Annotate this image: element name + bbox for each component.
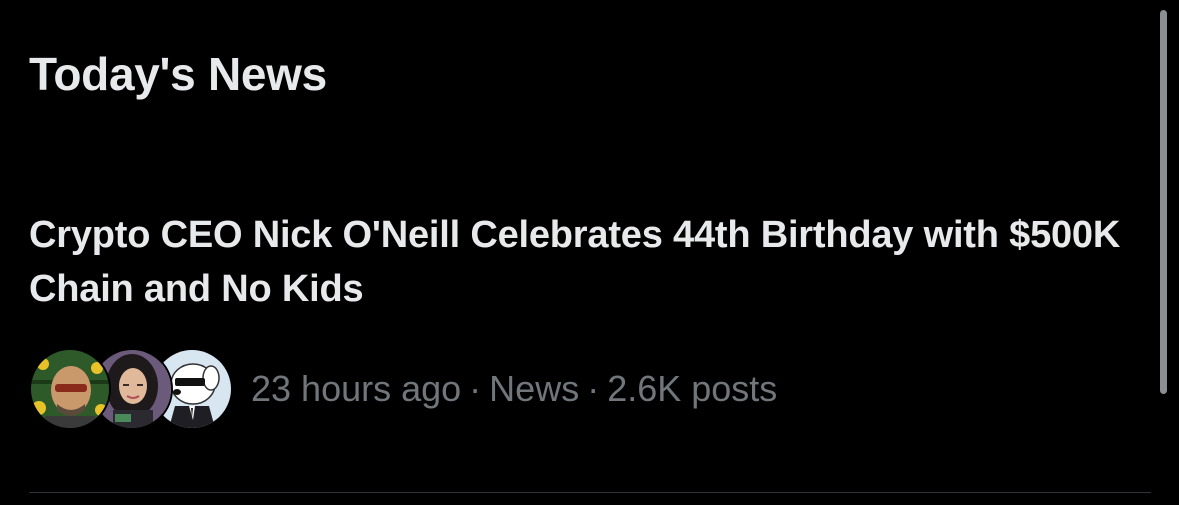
separator-dot: · bbox=[587, 368, 600, 409]
news-headline[interactable]: Crypto CEO Nick O'Neill Celebrates 44th … bbox=[29, 208, 1149, 316]
separator-dot: · bbox=[469, 368, 482, 409]
avatar bbox=[29, 348, 111, 430]
news-item[interactable]: Crypto CEO Nick O'Neill Celebrates 44th … bbox=[29, 208, 1149, 316]
section-title: Today's News bbox=[29, 48, 327, 100]
avatar-group[interactable] bbox=[29, 348, 233, 430]
divider bbox=[29, 492, 1151, 493]
post-time: 23 hours ago bbox=[251, 368, 462, 409]
news-category: News bbox=[489, 368, 580, 409]
scrollbar[interactable] bbox=[1160, 10, 1167, 394]
post-count: 2.6K posts bbox=[607, 368, 778, 409]
news-meta: 23 hours ago · News · 2.6K posts bbox=[29, 348, 777, 430]
meta-line: 23 hours ago · News · 2.6K posts bbox=[251, 368, 777, 410]
